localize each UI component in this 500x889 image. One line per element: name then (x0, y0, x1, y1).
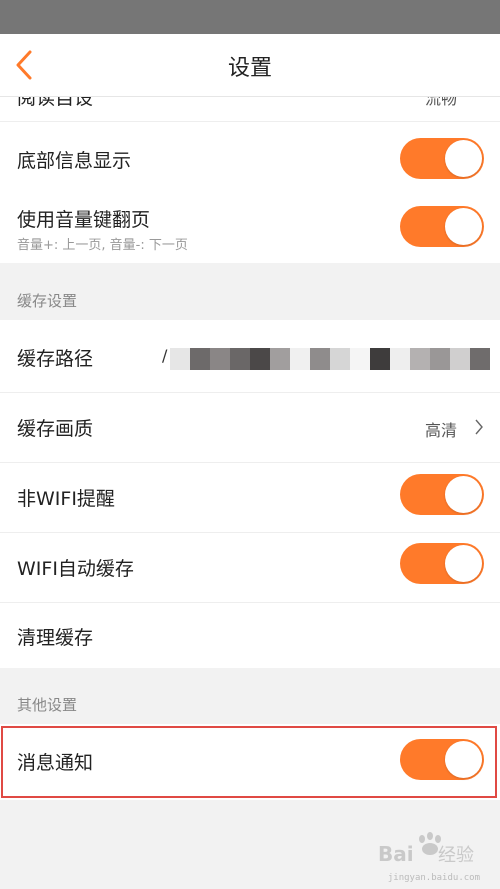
volume-page-toggle[interactable] (400, 206, 484, 247)
clear-cache-label: 清理缓存 (17, 627, 94, 649)
bottom-info-row: 底部信息显示 (0, 122, 500, 194)
cache-quality-row[interactable]: 缓存画质 高清 (0, 392, 500, 462)
reading-settings-group: 阅读自设 流畅 底部信息显示 使用音量键翻页 音量+: 上一页, 音量-: 下一… (0, 97, 500, 263)
wifi-auto-cache-row: WIFI自动缓存 (0, 532, 500, 602)
cache-settings-group: 缓存路径 / 缓存画质 高清 非WIFI提醒 WIFI自动缓存 清理缓存 (0, 320, 500, 668)
reading-partial-row[interactable]: 阅读自设 流畅 (0, 97, 500, 121)
cache-section-title: 缓存设置 (17, 292, 78, 310)
watermark-brand-2: 经验 (438, 845, 474, 866)
cache-quality-value: 高清 (425, 421, 458, 440)
bottom-info-label: 底部信息显示 (17, 150, 132, 172)
toggle-knob (445, 140, 482, 177)
non-wifi-label: 非WIFI提醒 (17, 488, 115, 510)
bottom-info-toggle[interactable] (400, 138, 484, 179)
wifi-auto-cache-label: WIFI自动缓存 (17, 558, 134, 580)
nav-bar: 设置 (0, 34, 500, 97)
chevron-right-icon (475, 419, 483, 435)
non-wifi-row: 非WIFI提醒 (0, 462, 500, 532)
cache-quality-label: 缓存画质 (17, 418, 94, 440)
status-bar (0, 0, 500, 34)
cache-path-redacted (160, 348, 490, 370)
volume-page-row: 使用音量键翻页 音量+: 上一页, 音量-: 下一页 (0, 194, 500, 263)
volume-page-sublabel: 音量+: 上一页, 音量-: 下一页 (17, 238, 188, 253)
toggle-knob (445, 476, 482, 513)
page-title: 设置 (227, 56, 272, 81)
baidu-watermark-logo: Bai 经验 (378, 832, 474, 866)
toggle-knob (445, 545, 482, 582)
cache-path-label: 缓存路径 (17, 348, 94, 370)
reading-partial-value: 流畅 (425, 97, 458, 108)
other-section-title: 其他设置 (17, 696, 78, 714)
cache-path-row[interactable]: 缓存路径 / (0, 320, 500, 392)
watermark-brand: Bai (378, 842, 414, 866)
watermark-url: jingyan.baidu.com (387, 873, 480, 883)
non-wifi-toggle[interactable] (400, 474, 484, 515)
toggle-knob (445, 208, 482, 245)
volume-page-label: 使用音量键翻页 (17, 209, 151, 231)
clear-cache-row[interactable]: 清理缓存 (0, 602, 500, 668)
highlight-box (1, 726, 497, 798)
reading-partial-label: 阅读自设 (17, 97, 94, 109)
wifi-auto-cache-toggle[interactable] (400, 543, 484, 584)
